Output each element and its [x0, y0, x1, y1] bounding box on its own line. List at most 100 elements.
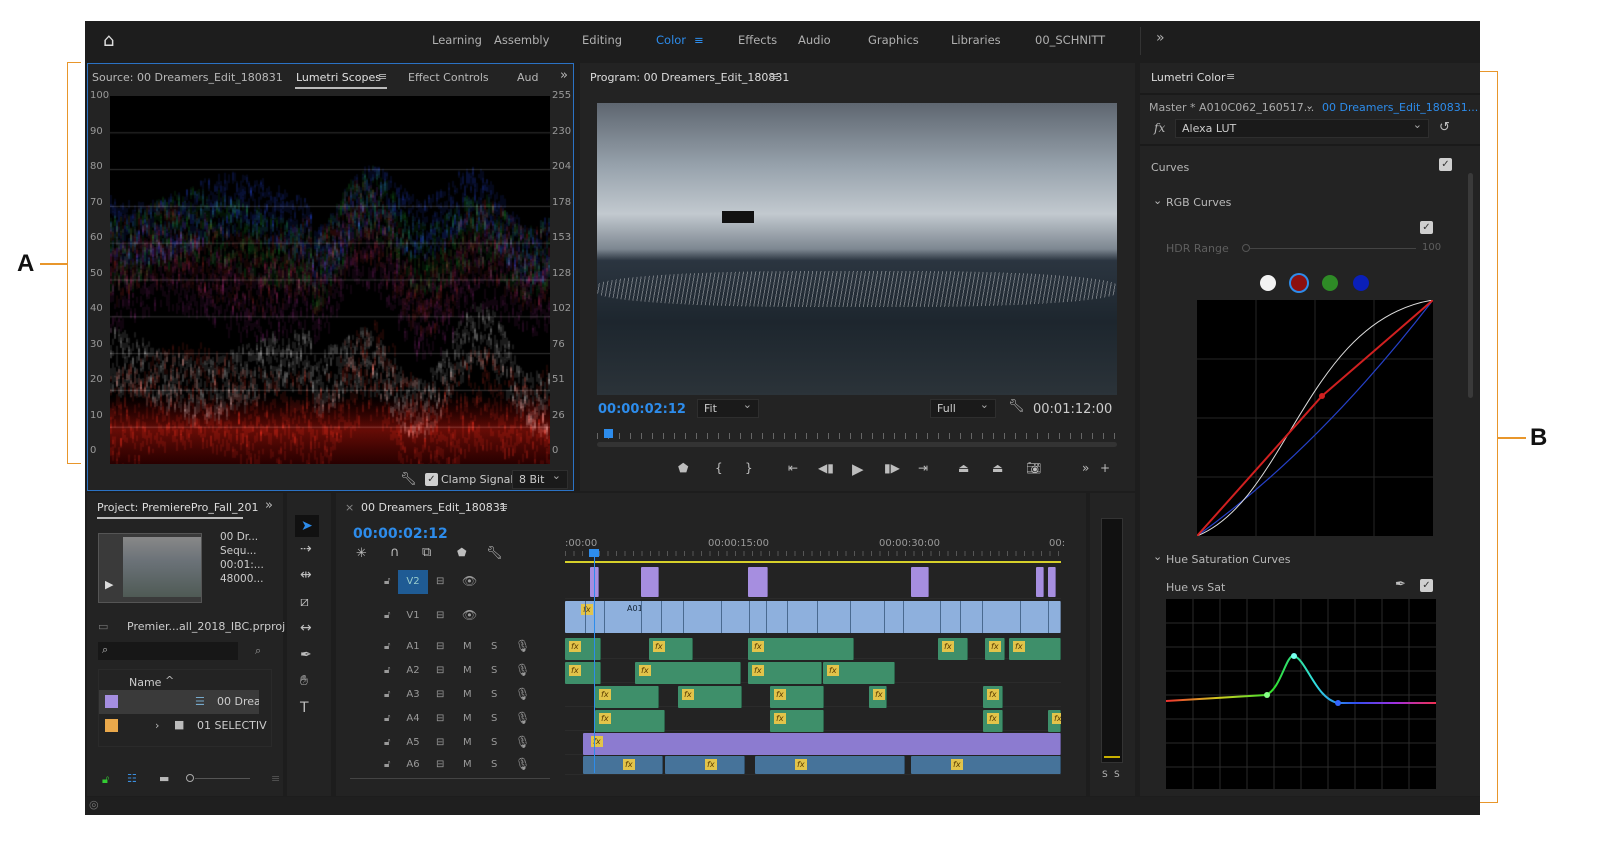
track-select-tool-icon[interactable]: ⇢: [300, 542, 312, 556]
microphone-icon[interactable]: 🎙︎: [515, 639, 530, 653]
timeline-clip[interactable]: fx: [635, 662, 741, 684]
hand-tool-icon[interactable]: ✋︎: [300, 674, 308, 688]
timeline-clip[interactable]: fx: [595, 686, 659, 708]
timeline-clip[interactable]: fx: [869, 686, 887, 708]
timeline-clip[interactable]: fxA01: [565, 601, 1061, 633]
list-view-icon[interactable]: ☷: [127, 772, 137, 785]
workspaces-overflow[interactable]: »: [1156, 30, 1165, 46]
timeline-clip[interactable]: fx: [678, 686, 742, 708]
step-back-icon[interactable]: ◀▮: [818, 462, 834, 474]
rgb-curve-graph[interactable]: [1197, 300, 1433, 536]
mute-button[interactable]: M: [463, 665, 472, 676]
track-target[interactable]: A4: [398, 707, 428, 731]
timeline-menu-icon[interactable]: ≡: [499, 500, 508, 513]
timeline-playhead-line[interactable]: [594, 553, 595, 773]
color-workspace-menu-icon[interactable]: ≡: [694, 33, 704, 47]
mute-button[interactable]: M: [463, 689, 472, 700]
master-clip-selector[interactable]: Master * A010C062_160517...: [1149, 101, 1314, 114]
hue-vs-sat-graph[interactable]: [1166, 599, 1436, 789]
microphone-icon[interactable]: 🎙︎: [515, 663, 530, 677]
eye-icon[interactable]: 👁︎: [462, 574, 477, 588]
mute-button[interactable]: M: [463, 759, 472, 770]
track-lock-icon[interactable]: 🔓︎: [384, 641, 390, 652]
snap-magnet-icon[interactable]: ∩: [390, 546, 400, 559]
timeline-playhead[interactable]: [589, 549, 599, 557]
sync-lock-icon[interactable]: ⊟: [436, 665, 444, 676]
rgb-curves-chevron-icon[interactable]: ⌄: [1153, 194, 1162, 207]
project-search-input[interactable]: ⌕: [98, 642, 238, 660]
add-marker-icon[interactable]: ⬟: [457, 547, 467, 558]
eyedropper-icon[interactable]: ✒︎: [1395, 578, 1406, 591]
solo-button[interactable]: S: [491, 737, 497, 748]
close-icon[interactable]: ×: [345, 501, 354, 514]
fx-icon[interactable]: fx: [1154, 121, 1165, 135]
workspace-tab-learning[interactable]: Learning: [432, 33, 482, 47]
hue-vs-sat-checkbox[interactable]: ✓: [1420, 579, 1433, 592]
linked-selection-icon[interactable]: ⧉: [422, 546, 431, 559]
clamp-signal-checkbox[interactable]: ✓: [425, 473, 438, 486]
mark-out-icon[interactable]: }: [745, 462, 753, 474]
sync-lock-icon[interactable]: ⊟: [436, 610, 444, 621]
curve-channel-blue-button[interactable]: [1353, 275, 1369, 291]
ripple-edit-tool-icon[interactable]: ⇹: [300, 568, 312, 582]
mute-button[interactable]: M: [463, 737, 472, 748]
creative-cloud-icon[interactable]: ◎: [89, 798, 99, 811]
type-tool-icon[interactable]: T: [300, 701, 309, 715]
lumetri-scrollbar[interactable]: [1468, 173, 1473, 398]
lut-dropdown[interactable]: Alexa LUT: [1175, 119, 1429, 138]
lumetri-scopes-menu-icon[interactable]: ≡: [378, 70, 387, 83]
tab-lumetri-scopes[interactable]: Lumetri Scopes: [296, 71, 381, 84]
timeline-clip[interactable]: fx: [748, 662, 822, 684]
razor-tool-icon[interactable]: ⧄: [300, 595, 309, 609]
timeline-clip[interactable]: fx: [649, 638, 693, 660]
eye-icon[interactable]: 👁︎: [462, 608, 477, 622]
track-target[interactable]: A1: [398, 635, 428, 659]
timeline-clip[interactable]: fx: [583, 733, 1061, 755]
resolution-dropdown[interactable]: Full: [930, 399, 996, 418]
program-timecode[interactable]: 00:00:02:12: [598, 402, 686, 417]
zoom-scrollbar[interactable]: [597, 442, 1117, 447]
timeline-clip[interactable]: [911, 567, 929, 597]
track-target[interactable]: A5: [398, 731, 428, 755]
track-target[interactable]: A2: [398, 659, 428, 683]
timeline-ruler[interactable]: [565, 551, 1061, 556]
name-column-header[interactable]: Name: [129, 676, 161, 689]
track-lock-icon[interactable]: 🔓︎: [384, 576, 390, 587]
hue-sat-chevron-icon[interactable]: ⌄: [1153, 550, 1162, 563]
new-search-bin-icon[interactable]: ⌕: [255, 644, 261, 658]
lumetri-menu-icon[interactable]: ≡: [1226, 70, 1235, 83]
mark-in-icon[interactable]: {: [715, 462, 723, 474]
program-menu-icon[interactable]: ≡: [770, 70, 779, 83]
track-target[interactable]: A6: [398, 753, 428, 777]
track-lock-icon[interactable]: 🔓︎: [384, 665, 390, 676]
hue-saturation-curves-label[interactable]: Hue Saturation Curves: [1166, 553, 1291, 566]
mute-button[interactable]: M: [463, 713, 472, 724]
chevron-down-icon[interactable]: ⌄: [1305, 99, 1314, 112]
timeline-clip[interactable]: fx: [755, 756, 905, 774]
playhead[interactable]: [604, 429, 613, 438]
workspace-tab-color[interactable]: Color: [656, 33, 686, 47]
play-icon[interactable]: ▶: [852, 462, 864, 477]
tab-effect-controls[interactable]: Effect Controls: [408, 71, 489, 84]
timeline-clip[interactable]: fx: [823, 662, 895, 684]
sync-lock-icon[interactable]: ⊟: [436, 759, 444, 770]
work-area-bar[interactable]: [565, 561, 1061, 563]
curve-channel-red-button[interactable]: [1291, 275, 1307, 291]
timeline-clip[interactable]: fx: [1009, 638, 1061, 660]
timeline-clip[interactable]: fx: [938, 638, 968, 660]
step-forward-icon[interactable]: ▮▶: [884, 462, 900, 474]
solo-button[interactable]: S: [491, 641, 497, 652]
lift-icon[interactable]: ⏏: [958, 462, 969, 474]
project-title[interactable]: Project: PremierePro_Fall_201: [97, 501, 259, 514]
add-button-icon[interactable]: +: [1100, 462, 1110, 474]
reset-icon[interactable]: ↺: [1439, 121, 1450, 134]
project-overflow-icon[interactable]: »: [265, 498, 273, 513]
timeline-clip[interactable]: fx: [983, 686, 1003, 708]
zoom-slider[interactable]: [195, 778, 250, 779]
go-to-in-icon[interactable]: ⇤: [788, 462, 798, 474]
icon-view-icon[interactable]: ▬: [159, 772, 169, 785]
panel-menu-icon[interactable]: ≡: [271, 772, 280, 785]
workspace-tab-assembly[interactable]: Assembly: [494, 33, 549, 47]
track-lock-icon[interactable]: 🔓︎: [384, 610, 390, 621]
microphone-icon[interactable]: 🎙︎: [515, 687, 530, 701]
